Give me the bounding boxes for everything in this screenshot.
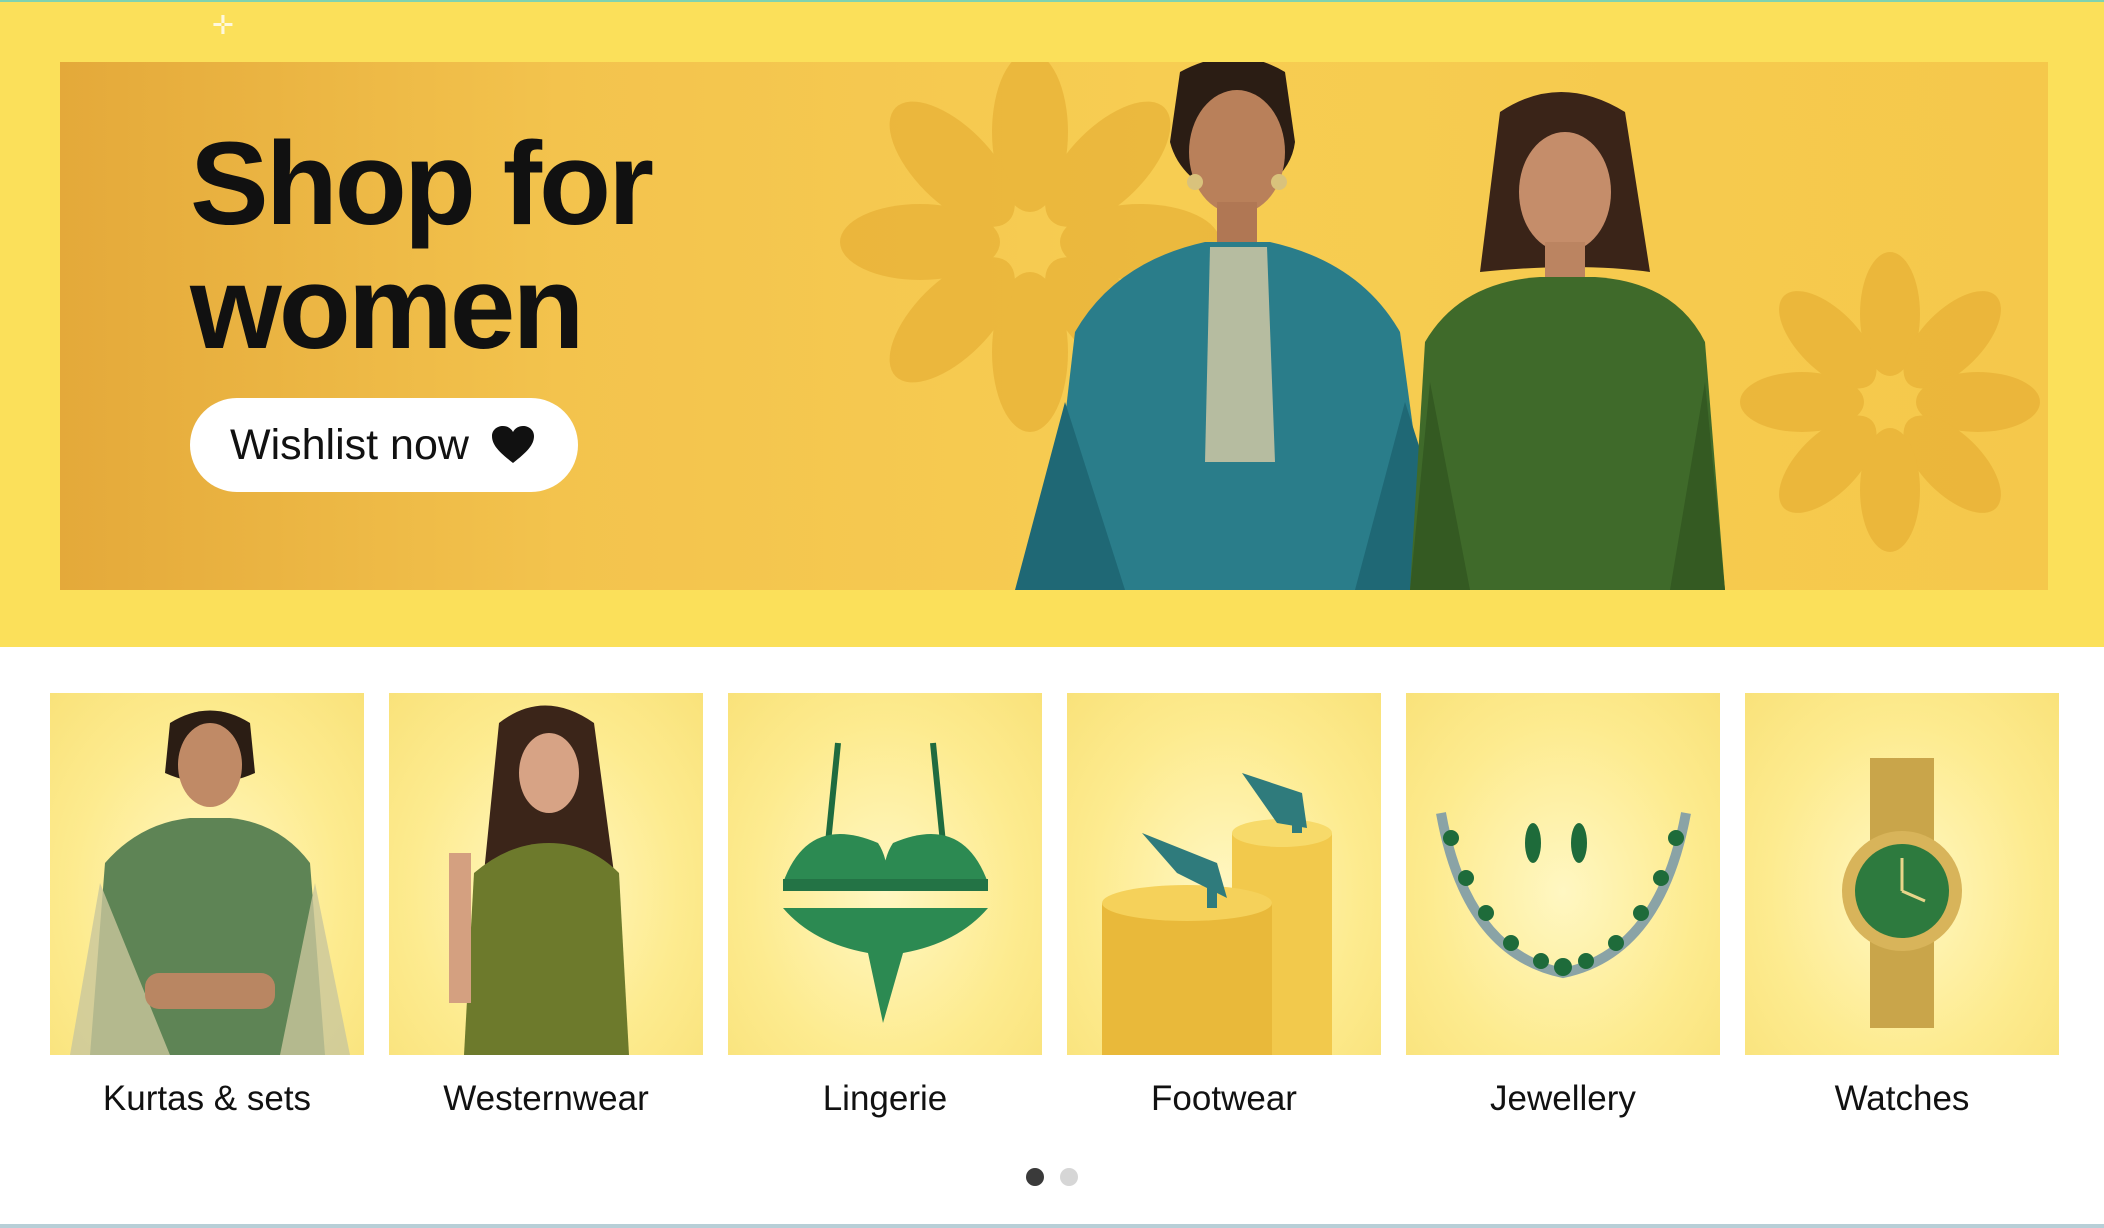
category-label: Westernwear xyxy=(443,1079,649,1118)
hero-section: ✛ Shop for women Wishlist now xyxy=(0,2,2104,647)
carousel-dot-2[interactable] xyxy=(1060,1168,1078,1186)
category-lingerie[interactable]: Lingerie xyxy=(728,693,1042,1119)
category-watches[interactable]: Watches xyxy=(1745,693,2059,1119)
model-green-dress-image xyxy=(1410,92,1725,590)
watch-image xyxy=(1745,693,2059,1055)
kurta-model-image xyxy=(50,693,364,1055)
wishlist-now-button[interactable]: Wishlist now xyxy=(190,398,578,492)
category-label: Kurtas & sets xyxy=(102,1079,312,1118)
lingerie-image xyxy=(728,693,1042,1055)
carousel-pagination xyxy=(1026,1168,1078,1186)
category-label: Jewellery xyxy=(1490,1079,1636,1118)
heart-icon xyxy=(491,426,534,463)
category-kurtas-sets[interactable]: Kurtas & sets xyxy=(50,693,364,1119)
wishlist-button-label: Wishlist now xyxy=(230,420,469,469)
hero-banner[interactable]: Shop for women Wishlist now xyxy=(60,62,2048,590)
carousel-dot-1[interactable] xyxy=(1026,1168,1044,1186)
category-footwear[interactable]: Footwear xyxy=(1067,693,1381,1119)
category-label: Watches xyxy=(1834,1079,1970,1118)
bottom-divider xyxy=(0,1224,2104,1228)
flower-decoration-icon xyxy=(1740,252,2040,552)
necklace-image xyxy=(1406,693,1720,1055)
crosshair-icon: ✛ xyxy=(212,10,234,40)
westernwear-model-image xyxy=(389,693,703,1055)
category-jewellery[interactable]: Jewellery xyxy=(1406,693,1720,1119)
hero-title: Shop for women xyxy=(190,118,654,374)
category-label: Lingerie xyxy=(822,1079,948,1118)
category-label: Footwear xyxy=(1151,1079,1297,1118)
category-westernwear[interactable]: Westernwear xyxy=(389,693,703,1119)
category-carousel: Kurtas & sets Westernwear Lingerie Footw… xyxy=(0,693,2104,1133)
heels-image xyxy=(1067,693,1381,1055)
